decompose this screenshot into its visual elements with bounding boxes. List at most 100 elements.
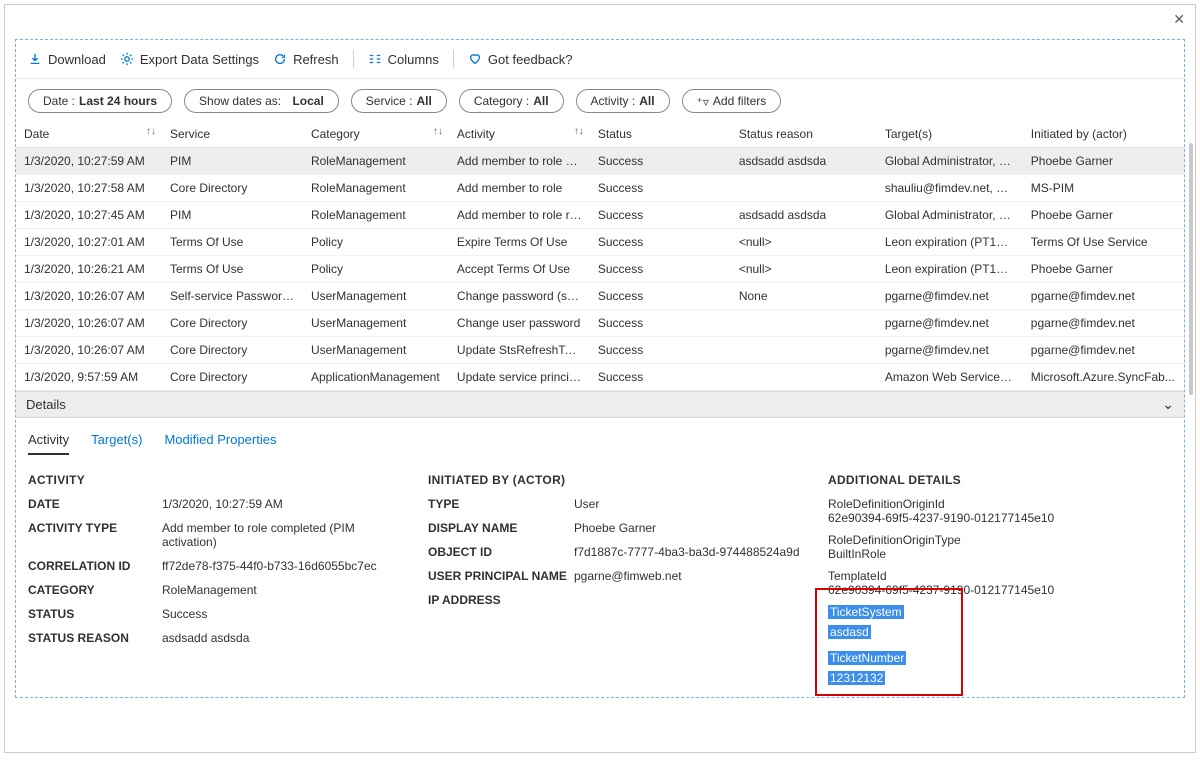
cell-activity: Change user password xyxy=(449,310,590,337)
cell-service: Self-service Password M... xyxy=(162,283,303,310)
cell-actor: Microsoft.Azure.SyncFab... xyxy=(1023,364,1184,391)
download-button[interactable]: Download xyxy=(28,52,106,67)
table-row[interactable]: 1/3/2020, 10:27:58 AMCore DirectoryRoleM… xyxy=(16,175,1184,202)
col-status-label: Status xyxy=(598,127,632,141)
cell-category: RoleManagement xyxy=(303,175,449,202)
table-row[interactable]: 1/3/2020, 9:57:59 AMCore DirectoryApplic… xyxy=(16,364,1184,391)
cell-service: Terms Of Use xyxy=(162,229,303,256)
cell-status: Success xyxy=(590,256,731,283)
cell-targets: pgarne@fimdev.net xyxy=(877,310,1023,337)
col-service-label: Service xyxy=(170,127,210,141)
col-date[interactable]: Date↑↓ xyxy=(16,121,162,148)
download-label: Download xyxy=(48,52,106,67)
table-row[interactable]: 1/3/2020, 10:26:21 AMTerms Of UsePolicyA… xyxy=(16,256,1184,283)
col-initiated-by[interactable]: Initiated by (actor) xyxy=(1023,121,1184,148)
cell-reason: asdsadd asdsda xyxy=(731,148,877,175)
cell-date: 1/3/2020, 10:27:58 AM xyxy=(16,175,162,202)
cell-activity: Update StsRefreshToken... xyxy=(449,337,590,364)
cell-reason: <null> xyxy=(731,256,877,283)
table-row[interactable]: 1/3/2020, 10:26:07 AMCore DirectoryUserM… xyxy=(16,337,1184,364)
filter-activity[interactable]: Activity :All xyxy=(576,89,670,113)
filter-show-dates-value: Local xyxy=(292,94,323,108)
cell-reason xyxy=(731,364,877,391)
table-row[interactable]: 1/3/2020, 10:26:07 AMSelf-service Passwo… xyxy=(16,283,1184,310)
cell-category: RoleManagement xyxy=(303,148,449,175)
col-category[interactable]: Category↑↓ xyxy=(303,121,449,148)
initiated-by-section: INITIATED BY (ACTOR) TYPE User DISPLAY N… xyxy=(428,473,808,685)
cell-reason: <null> xyxy=(731,229,877,256)
cell-targets: Global Administrator, 88... xyxy=(877,148,1023,175)
cell-date: 1/3/2020, 10:27:45 AM xyxy=(16,202,162,229)
additional-details-title: ADDITIONAL DETAILS xyxy=(828,473,1172,487)
filter-show-dates-label: Show dates as: xyxy=(199,94,281,108)
label-roledef-origin-type: RoleDefinitionOriginType xyxy=(828,533,1172,547)
separator xyxy=(353,50,354,68)
sort-icon: ↑↓ xyxy=(433,126,443,137)
close-icon[interactable]: ✕ xyxy=(1173,11,1185,28)
refresh-icon xyxy=(273,52,287,66)
add-filters-button[interactable]: ⁺▿ Add filters xyxy=(682,89,782,113)
filter-date[interactable]: Date :Last 24 hours xyxy=(28,89,172,113)
feedback-button[interactable]: Got feedback? xyxy=(468,52,573,67)
details-bar-label: Details xyxy=(26,397,66,412)
cell-date: 1/3/2020, 10:27:59 AM xyxy=(16,148,162,175)
cell-targets: Leon expiration (PT1M), ... xyxy=(877,229,1023,256)
col-activity[interactable]: Activity↑↓ xyxy=(449,121,590,148)
cell-actor: pgarne@fimdev.net xyxy=(1023,310,1184,337)
sort-icon: ↑↓ xyxy=(146,126,156,137)
col-targets[interactable]: Target(s) xyxy=(877,121,1023,148)
label-roledef-origin-id: RoleDefinitionOriginId xyxy=(828,497,1172,511)
chevron-down-icon[interactable]: ⌄ xyxy=(1162,396,1174,413)
filter-service[interactable]: Service :All xyxy=(351,89,447,113)
tab-activity[interactable]: Activity xyxy=(28,432,69,455)
col-status-reason[interactable]: Status reason xyxy=(731,121,877,148)
gear-icon xyxy=(120,52,134,66)
cell-actor: pgarne@fimdev.net xyxy=(1023,283,1184,310)
filter-activity-label: Activity : xyxy=(591,94,636,108)
label-status-reason: STATUS REASON xyxy=(28,631,158,645)
details-bar[interactable]: Details ⌄ xyxy=(16,391,1184,418)
cell-date: 1/3/2020, 9:57:59 AM xyxy=(16,364,162,391)
cell-date: 1/3/2020, 10:26:07 AM xyxy=(16,283,162,310)
cell-actor: Phoebe Garner xyxy=(1023,202,1184,229)
cell-date: 1/3/2020, 10:26:07 AM xyxy=(16,310,162,337)
table-row[interactable]: 1/3/2020, 10:27:45 AMPIMRoleManagementAd… xyxy=(16,202,1184,229)
col-service[interactable]: Service xyxy=(162,121,303,148)
cell-category: ApplicationManagement xyxy=(303,364,449,391)
refresh-button[interactable]: Refresh xyxy=(273,52,339,67)
cell-activity: Expire Terms Of Use xyxy=(449,229,590,256)
value-upn[interactable]: pgarne@fimweb.net xyxy=(574,569,808,583)
col-targets-label: Target(s) xyxy=(885,127,932,141)
activity-section-title: ACTIVITY xyxy=(28,473,408,487)
filter-service-label: Service : xyxy=(366,94,413,108)
value-template-id: 62e90394-69f5-4237-9190-012177145e10 xyxy=(828,583,1172,597)
cell-targets: pgarne@fimdev.net xyxy=(877,337,1023,364)
cell-activity: Add member to role req... xyxy=(449,202,590,229)
label-correlation-id: CORRELATION ID xyxy=(28,559,158,573)
columns-button[interactable]: Columns xyxy=(368,52,439,67)
cell-actor: Phoebe Garner xyxy=(1023,256,1184,283)
filter-category-value: All xyxy=(533,94,548,108)
add-filter-icon: ⁺▿ xyxy=(697,95,709,109)
filter-category[interactable]: Category :All xyxy=(459,89,564,113)
filter-show-dates[interactable]: Show dates as: Local xyxy=(184,89,339,113)
value-roledef-origin-id: 62e90394-69f5-4237-9190-012177145e10 xyxy=(828,511,1172,525)
scrollbar[interactable] xyxy=(1189,143,1193,395)
table-row[interactable]: 1/3/2020, 10:27:59 AMPIMRoleManagementAd… xyxy=(16,148,1184,175)
cell-status: Success xyxy=(590,283,731,310)
label-ticket-system: TicketSystem xyxy=(828,605,904,619)
activity-section: ACTIVITY DATE 1/3/2020, 10:27:59 AM ACTI… xyxy=(28,473,408,685)
table-row[interactable]: 1/3/2020, 10:27:01 AMTerms Of UsePolicyE… xyxy=(16,229,1184,256)
label-ticket-number: TicketNumber xyxy=(828,651,906,665)
details-tabs: Activity Target(s) Modified Properties xyxy=(16,418,1184,455)
value-status-reason: asdsadd asdsda xyxy=(162,631,408,645)
label-ip-address: IP ADDRESS xyxy=(428,593,570,607)
columns-icon xyxy=(368,52,382,66)
col-status[interactable]: Status xyxy=(590,121,731,148)
table-row[interactable]: 1/3/2020, 10:26:07 AMCore DirectoryUserM… xyxy=(16,310,1184,337)
tab-modified-properties[interactable]: Modified Properties xyxy=(164,432,276,455)
value-correlation-id: ff72de78-f375-44f0-b733-16d6055bc7ec xyxy=(162,559,408,573)
export-settings-button[interactable]: Export Data Settings xyxy=(120,52,259,67)
filter-date-label: Date : xyxy=(43,94,75,108)
tab-targets[interactable]: Target(s) xyxy=(91,432,142,455)
